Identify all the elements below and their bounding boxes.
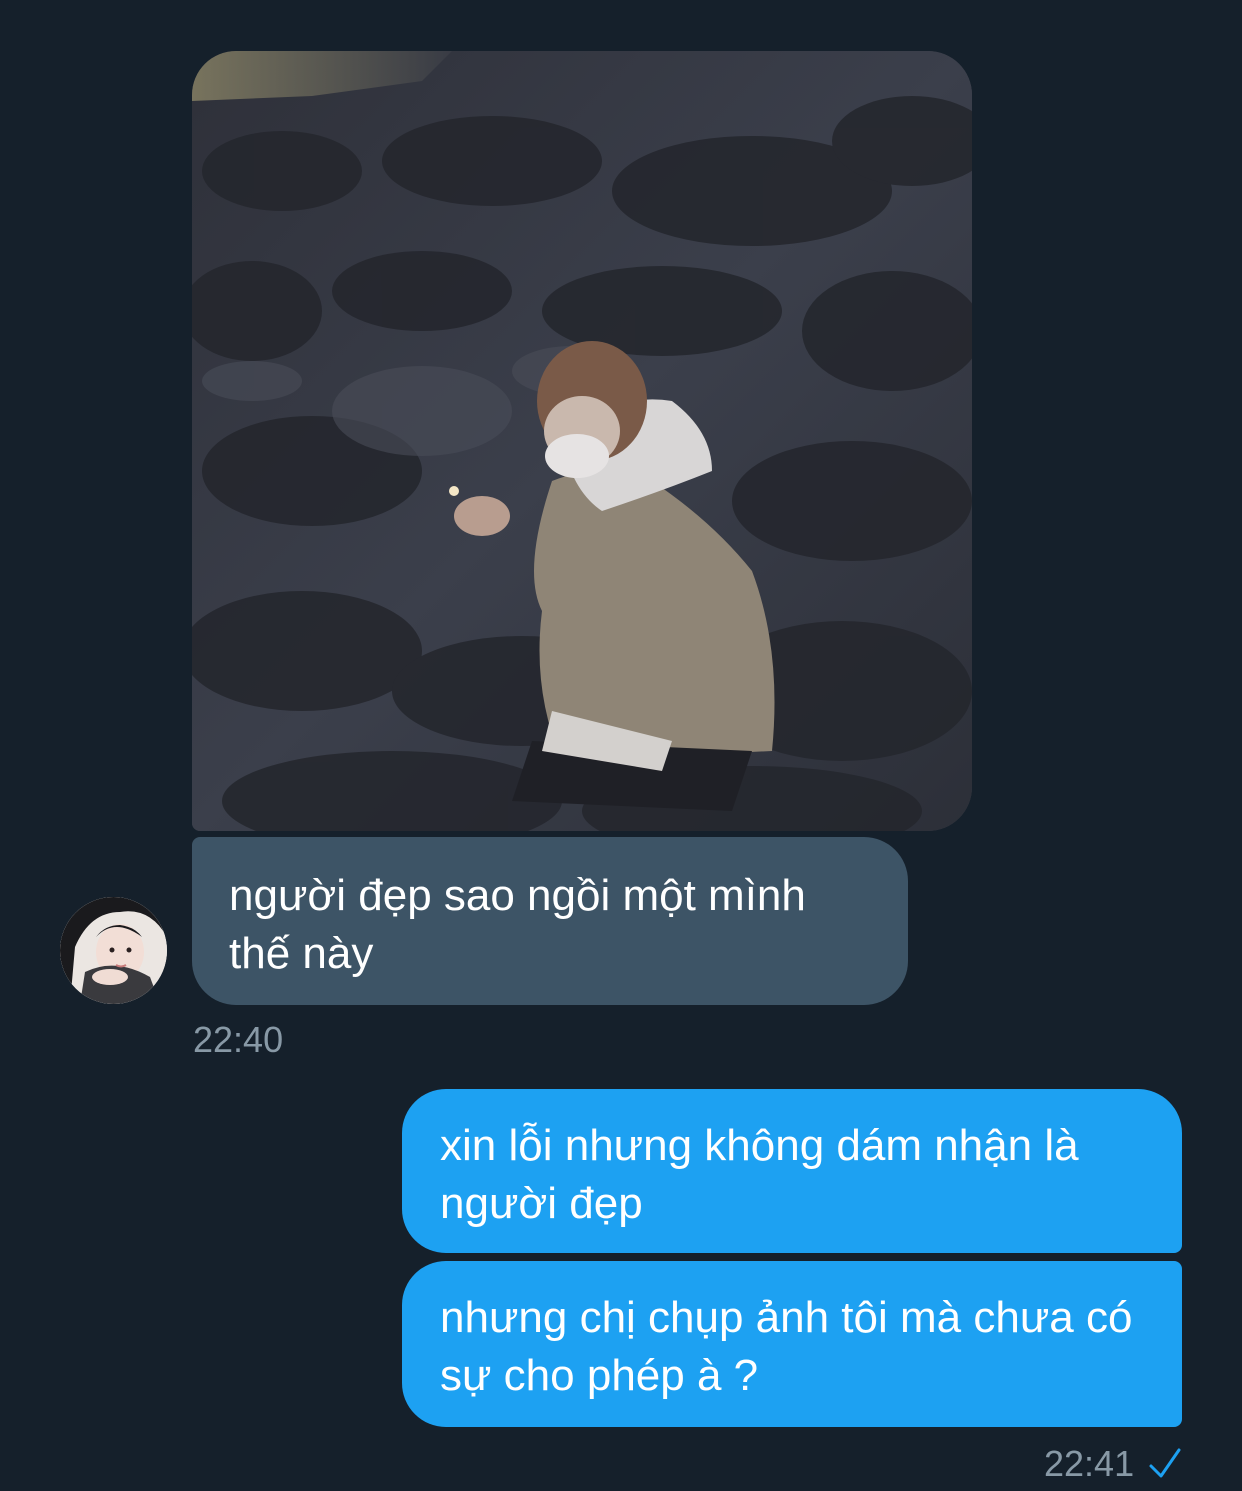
outgoing-timestamp: 22:41 — [1044, 1443, 1135, 1484]
outgoing-message-bubble[interactable]: xin lỗi nhưng không dám nhận là người đẹ… — [402, 1089, 1182, 1253]
outgoing-message-bubble[interactable]: nhưng chị chụp ảnh tôi mà chưa có sự cho… — [402, 1261, 1182, 1427]
check-icon — [1148, 1446, 1182, 1482]
incoming-message-bubble[interactable]: người đẹp sao ngồi một mình thế này — [192, 837, 908, 1005]
incoming-message-text: người đẹp sao ngồi một mình thế này — [229, 871, 806, 978]
avatar-image — [60, 897, 167, 1004]
photo-image — [192, 51, 972, 831]
avatar[interactable] — [60, 897, 167, 1004]
photo-message[interactable] — [192, 51, 972, 831]
outgoing-message-text: nhưng chị chụp ảnh tôi mà chưa có sự cho… — [440, 1293, 1133, 1400]
incoming-timestamp: 22:40 — [193, 1019, 284, 1060]
outgoing-message-text: xin lỗi nhưng không dám nhận là người đẹ… — [440, 1121, 1079, 1228]
